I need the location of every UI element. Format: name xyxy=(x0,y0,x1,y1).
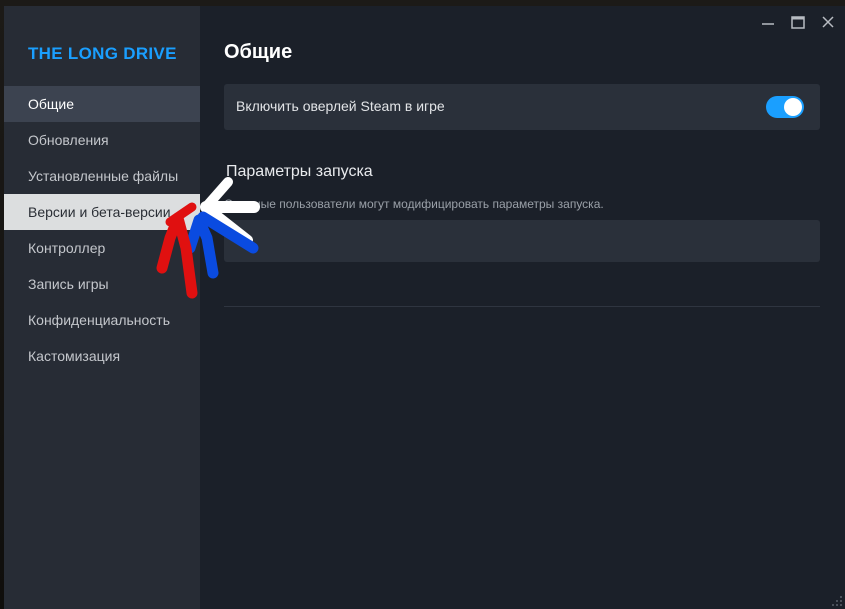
sidebar-item-game-recording[interactable]: Запись игры xyxy=(4,266,200,302)
sidebar-item-betas[interactable]: Версии и бета-версии xyxy=(4,194,200,230)
page-title: Общие xyxy=(224,41,293,63)
overlay-toggle[interactable] xyxy=(766,96,804,118)
launch-options-input[interactable] xyxy=(224,220,820,262)
sidebar-nav: Общие Обновления Установленные файлы Вер… xyxy=(4,86,200,374)
game-properties-window: THE LONG DRIVE Общие Обновления Установл… xyxy=(4,6,845,609)
sidebar: THE LONG DRIVE Общие Обновления Установл… xyxy=(4,6,200,609)
overlay-setting-row: Включить оверлей Steam в игре xyxy=(224,84,820,130)
sidebar-item-installed-files[interactable]: Установленные файлы xyxy=(4,158,200,194)
sidebar-item-privacy[interactable]: Конфиденциальность xyxy=(4,302,200,338)
resize-grip-icon[interactable] xyxy=(831,595,843,607)
sidebar-item-customization[interactable]: Кастомизация xyxy=(4,338,200,374)
maximize-button[interactable] xyxy=(785,12,811,34)
section-divider xyxy=(224,306,820,307)
sidebar-item-controller[interactable]: Контроллер xyxy=(4,230,200,266)
sidebar-item-updates[interactable]: Обновления xyxy=(4,122,200,158)
game-title: THE LONG DRIVE xyxy=(28,44,177,63)
minimize-icon xyxy=(762,23,774,25)
overlay-setting-label: Включить оверлей Steam в игре xyxy=(236,98,445,114)
maximize-icon xyxy=(791,16,805,29)
launch-options-heading: Параметры запуска xyxy=(226,163,373,180)
sidebar-item-general[interactable]: Общие xyxy=(4,86,200,122)
minimize-button[interactable] xyxy=(755,12,781,34)
close-icon xyxy=(822,16,834,28)
launch-options-hint: Опытные пользователи могут модифицироват… xyxy=(224,197,604,211)
toggle-knob xyxy=(784,98,802,116)
close-button[interactable] xyxy=(815,12,841,34)
